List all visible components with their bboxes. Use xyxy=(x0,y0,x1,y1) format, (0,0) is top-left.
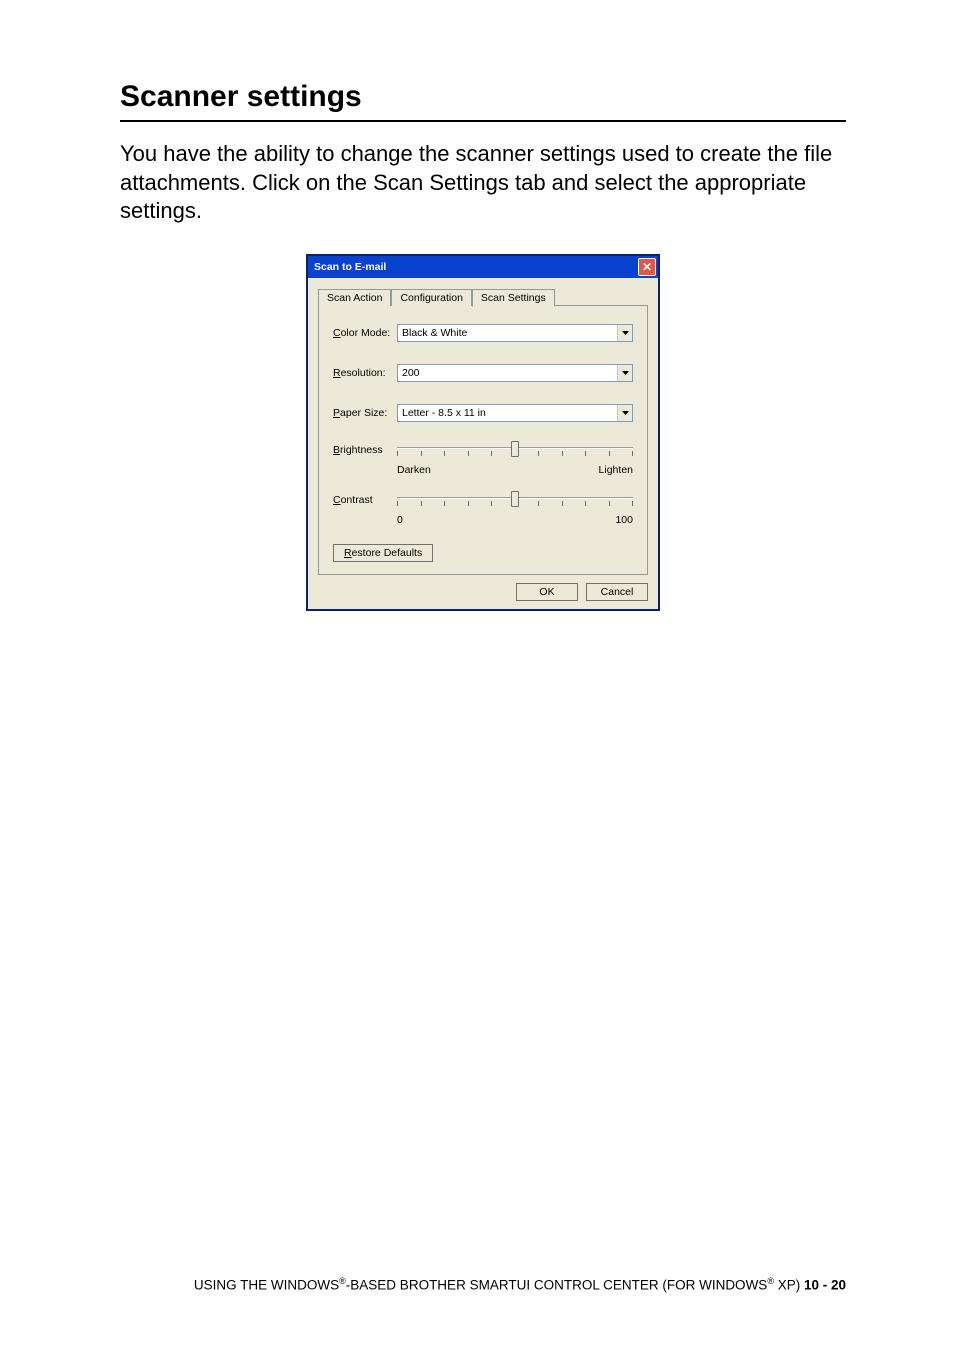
contrast-right-label: 100 xyxy=(615,514,633,526)
contrast-left-label: 0 xyxy=(397,514,403,526)
chevron-down-icon xyxy=(622,411,629,415)
slider-thumb[interactable] xyxy=(511,491,519,507)
chevron-down-icon xyxy=(622,371,629,375)
paper-size-combo[interactable]: Letter - 8.5 x 11 in xyxy=(397,404,633,422)
tab-scan-settings[interactable]: Scan Settings xyxy=(472,289,555,307)
resolution-combo[interactable]: 200 xyxy=(397,364,633,382)
footer-text-b: -BASED BROTHER SMARTUI CONTROL CENTER (F… xyxy=(346,1277,768,1292)
ok-button[interactable]: OK xyxy=(516,583,578,601)
color-mode-label: Color Mode: xyxy=(333,327,397,339)
page-footer: USING THE WINDOWS®-BASED BROTHER SMARTUI… xyxy=(194,1276,846,1293)
paper-size-value: Letter - 8.5 x 11 in xyxy=(398,405,617,421)
tab-panel-scan-settings: Color Mode: Black & White Resolution: 20… xyxy=(318,305,648,575)
dialog-title: Scan to E-mail xyxy=(314,261,386,273)
close-button[interactable]: ✕ xyxy=(638,258,656,276)
footer-text-c: XP) xyxy=(774,1277,804,1292)
color-mode-combo[interactable]: Black & White xyxy=(397,324,633,342)
contrast-slider[interactable] xyxy=(397,494,633,512)
heading-rule xyxy=(120,120,846,122)
titlebar: Scan to E-mail ✕ xyxy=(308,256,658,278)
chevron-down-icon xyxy=(622,331,629,335)
body-paragraph: You have the ability to change the scann… xyxy=(120,140,846,226)
brightness-right-label: Lighten xyxy=(599,464,633,476)
dropdown-button[interactable] xyxy=(617,325,632,341)
color-mode-value: Black & White xyxy=(398,325,617,341)
dropdown-button[interactable] xyxy=(617,405,632,421)
registered-mark: ® xyxy=(339,1276,346,1286)
scan-to-email-dialog: Scan to E-mail ✕ Scan Action Configurati… xyxy=(306,254,660,611)
tab-label: Scan Settings xyxy=(481,292,546,304)
tab-label: Configuration xyxy=(400,292,462,304)
close-icon: ✕ xyxy=(642,261,652,273)
tab-label: Scan Action xyxy=(327,292,382,304)
resolution-value: 200 xyxy=(398,365,617,381)
registered-mark: ® xyxy=(767,1276,774,1286)
cancel-button[interactable]: Cancel xyxy=(586,583,648,601)
brightness-slider[interactable] xyxy=(397,444,633,462)
slider-thumb[interactable] xyxy=(511,441,519,457)
tab-scan-action[interactable]: Scan Action xyxy=(318,289,391,306)
contrast-label: Contrast xyxy=(333,494,397,506)
resolution-label: Resolution: xyxy=(333,367,397,379)
dropdown-button[interactable] xyxy=(617,365,632,381)
tab-configuration[interactable]: Configuration xyxy=(391,289,471,306)
restore-defaults-button[interactable]: Restore Defaults xyxy=(333,544,433,562)
page-number: 10 - 20 xyxy=(804,1277,846,1292)
footer-text-a: USING THE WINDOWS xyxy=(194,1277,339,1292)
section-heading: Scanner settings xyxy=(120,80,846,114)
paper-size-label: Paper Size: xyxy=(333,407,397,419)
tab-strip: Scan Action Configuration Scan Settings xyxy=(318,286,648,306)
brightness-label: Brightness xyxy=(333,444,397,456)
brightness-left-label: Darken xyxy=(397,464,431,476)
